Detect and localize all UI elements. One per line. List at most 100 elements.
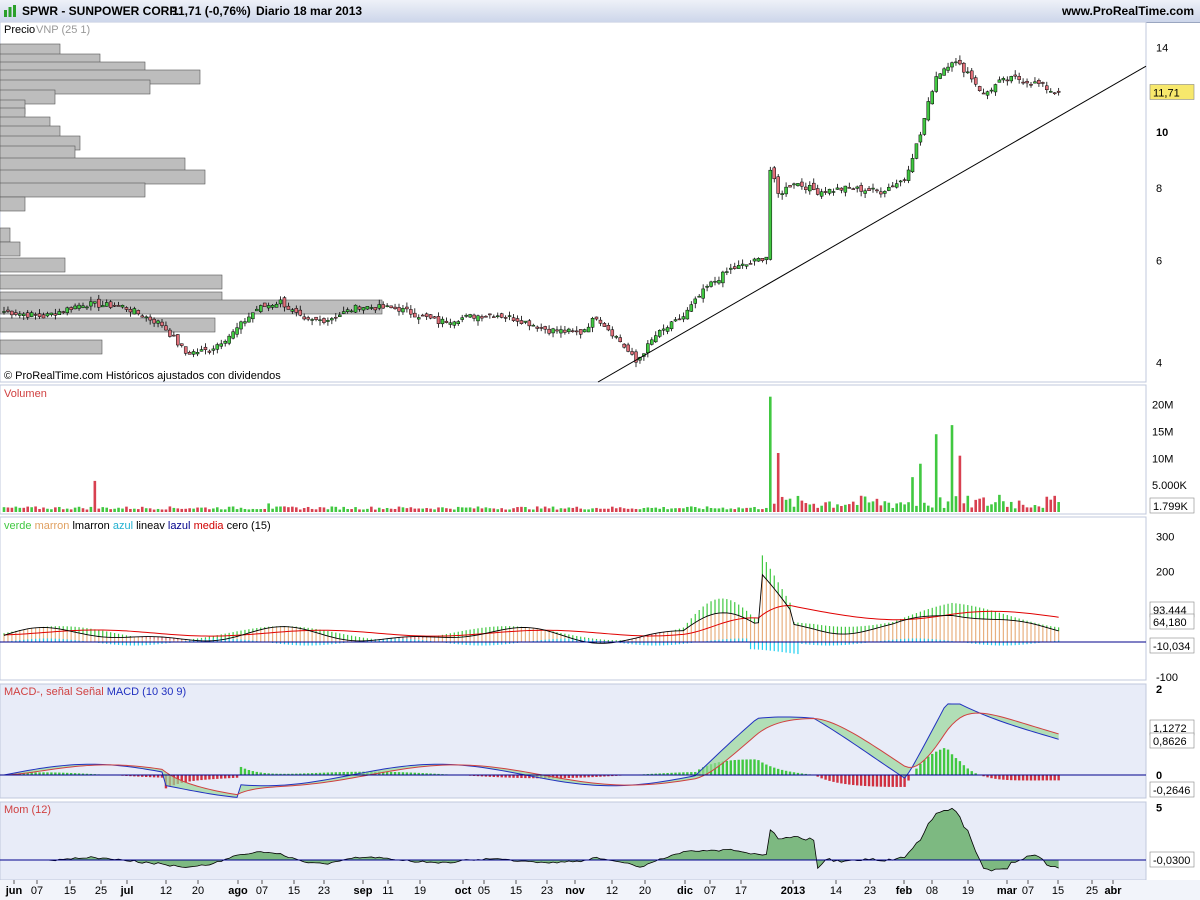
volume-bar [192, 508, 195, 512]
candle-body [756, 258, 761, 262]
candle-body [571, 330, 575, 332]
volume-bar [820, 505, 823, 512]
volume-bar [429, 508, 432, 512]
brand-link[interactable]: www.ProRealTime.com [1062, 0, 1194, 22]
candle-body [559, 329, 563, 334]
macd-hist [836, 775, 839, 783]
x-tick: mar [997, 885, 1018, 897]
candle-body [650, 339, 654, 345]
volume-bar [804, 503, 808, 512]
volume-bar [409, 507, 413, 512]
macd-hist [994, 775, 997, 779]
volume-bar [753, 506, 756, 512]
macd-hist [899, 775, 902, 787]
candle-body [97, 298, 101, 308]
candle-body [879, 191, 883, 195]
volume-bar [741, 508, 744, 512]
macd-hist [196, 775, 199, 781]
candle-body [401, 308, 405, 313]
volume-bar [895, 503, 898, 512]
volume-bar [844, 504, 847, 512]
macd-hist [1045, 775, 1048, 781]
x-tick: 11 [382, 885, 393, 897]
candle-body [831, 191, 836, 193]
macd-hist [891, 775, 894, 787]
x-tick: oct [455, 885, 472, 897]
volume-bar [105, 507, 108, 512]
candle-body [420, 314, 425, 317]
macd-last-3: -0,2646 [1153, 785, 1190, 797]
candle-body [894, 183, 899, 188]
candle-body [898, 180, 903, 183]
candle-body [468, 314, 472, 318]
macd-hist [915, 768, 918, 775]
candle-body [1025, 80, 1029, 84]
macd-hist [1002, 775, 1005, 780]
candle-body [646, 343, 650, 353]
volume-bar [626, 508, 630, 512]
candle-body [183, 346, 188, 354]
volume-bar [421, 508, 424, 512]
candle-body [792, 183, 796, 186]
volume-bar [859, 495, 863, 512]
candle-body [973, 77, 978, 85]
volume-bar [662, 506, 665, 512]
candle-body [555, 329, 559, 332]
candle-body [53, 313, 58, 316]
macd-hist [875, 775, 879, 787]
candle-body [946, 66, 950, 71]
candle-body [65, 307, 69, 313]
volume-bar [50, 509, 53, 512]
candle-body [1021, 81, 1025, 84]
macd-hist [761, 762, 764, 775]
volume-bar [425, 508, 428, 512]
volume-bar [587, 509, 590, 512]
macd-hist [212, 775, 215, 780]
volume-bar [81, 508, 85, 512]
volume-bar [812, 503, 816, 512]
candle-body [736, 265, 741, 269]
volume-bar [216, 507, 219, 512]
volume-bar [614, 508, 618, 512]
candle-body [586, 326, 591, 333]
macd-hist [998, 775, 1001, 780]
candle-body [618, 337, 622, 342]
candle-body [45, 313, 50, 317]
macd-hist [1033, 775, 1037, 781]
volume-bar [212, 508, 215, 512]
profile-bar [0, 339, 103, 355]
candle-body [772, 167, 776, 180]
volume-bar [1009, 501, 1013, 512]
chart-area[interactable]: 141086420M15M10M5.000K300200-100205011,7… [0, 22, 1200, 900]
candle-body [863, 190, 867, 194]
candle-body [187, 351, 192, 355]
candle-body [685, 309, 690, 320]
volume-bar [686, 506, 689, 512]
volume-bar [476, 506, 480, 512]
volume-bar [176, 508, 180, 512]
candle-body [223, 340, 227, 344]
volume-bar [453, 509, 456, 512]
candle-body [160, 321, 164, 326]
volume-bar [374, 509, 377, 512]
volume-bar [1037, 506, 1041, 512]
candle-body [875, 189, 879, 192]
volume-bar [219, 509, 223, 512]
candle-body [61, 311, 65, 313]
volume-bar [334, 506, 338, 512]
profile-bar [0, 227, 11, 243]
candle-body [298, 309, 302, 316]
price-indicator: VNP (25 1) [36, 24, 90, 36]
volume-bar [77, 506, 81, 512]
candle-body [104, 302, 109, 307]
macd-hist [966, 768, 969, 775]
macd-hist [200, 775, 203, 781]
macd-hist [184, 775, 187, 783]
volume-bar [239, 507, 243, 512]
candle-body [120, 304, 125, 308]
volume-bar [14, 506, 18, 512]
macd-hist [1053, 775, 1056, 781]
volume-bar [923, 502, 926, 512]
candle-body [657, 330, 662, 337]
volume-bar [437, 507, 440, 512]
